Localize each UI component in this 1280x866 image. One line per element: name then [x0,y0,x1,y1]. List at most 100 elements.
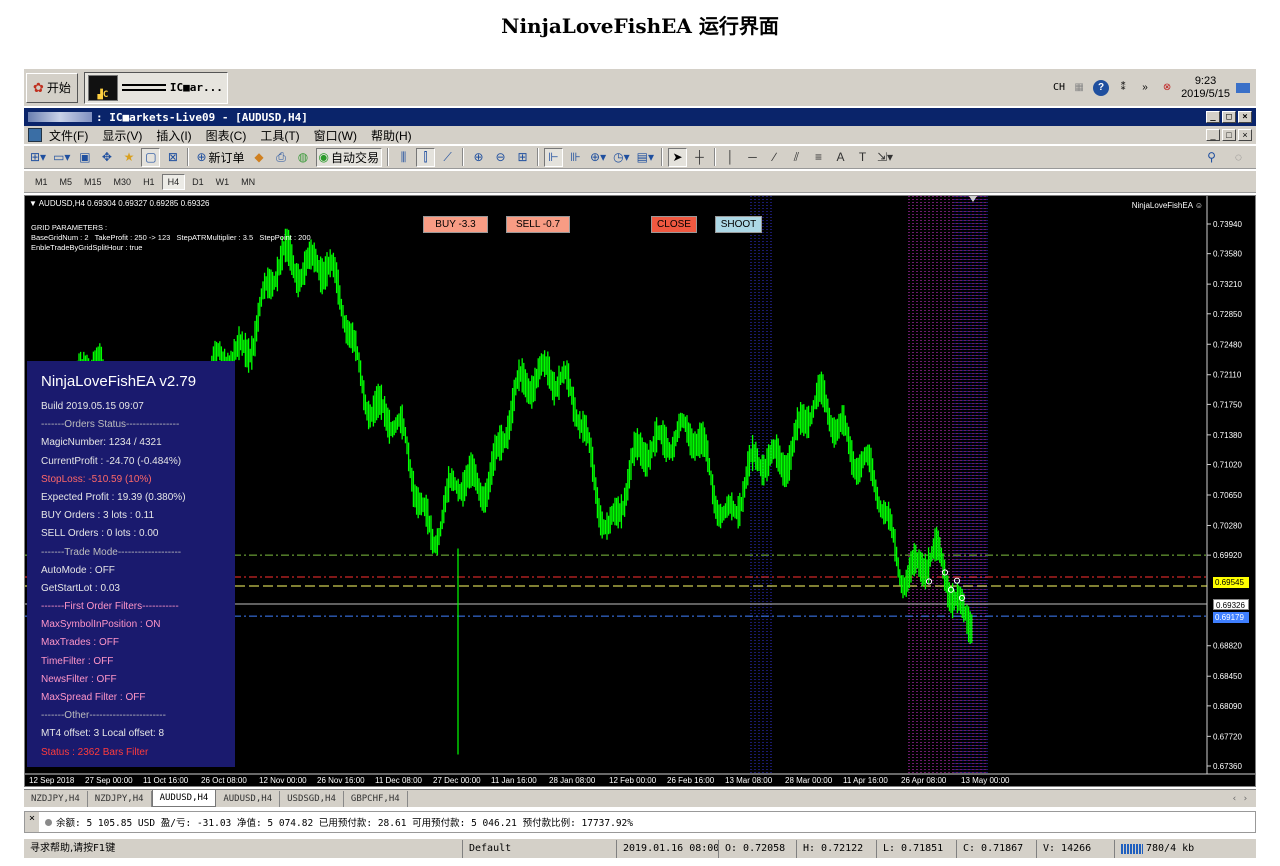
tab-chart[interactable]: GBPCHF,H4 [344,790,408,807]
menu-insert[interactable]: 插入(I) [149,127,198,144]
tray-menu-icon[interactable]: ⁑ [1115,80,1131,96]
start-button[interactable]: ✿ 开始 [26,72,78,103]
zoom-out-icon[interactable]: ⊖ [491,148,510,167]
page-title: NinjaLoveFishEA 运行界面 [501,14,779,38]
bar-chart-icon[interactable]: ⫼ [394,148,413,167]
arrows-icon[interactable]: ⇲▾ [875,148,895,167]
window-titlebar: : IC■arkets-Live09 - [AUDUSD,H4] _ □ × [24,108,1256,126]
line-chart-icon[interactable]: ⟋ [438,148,457,167]
vertical-line-icon[interactable]: │ [721,148,740,167]
window-title: : IC■arkets-Live09 - [AUDUSD,H4] [96,110,308,124]
status-traffic[interactable]: 780/4 kb [1114,839,1200,858]
profiles-icon[interactable]: ▭▾ [51,148,72,167]
crosshair-icon[interactable]: ┼ [690,148,709,167]
menu-window[interactable]: 窗口(W) [307,127,364,144]
new-chart-icon[interactable]: ⊞▾ [28,148,48,167]
restore-button[interactable]: □ [1222,111,1236,123]
trendline-icon[interactable]: ∕ [765,148,784,167]
zoom-in-icon[interactable]: ⊕ [469,148,488,167]
terminal-icon[interactable]: ▢ [141,147,161,167]
tf-m15[interactable]: M15 [79,175,107,189]
chart-restore-button[interactable]: □ [1222,129,1236,141]
print-icon[interactable]: ⎙ [272,148,291,167]
tab-scroll-arrows-icon[interactable]: ‹ › [1232,794,1248,804]
tf-w1[interactable]: W1 [211,175,235,189]
buy-button[interactable]: BUY -3.3 [423,216,488,233]
keyboard-icon[interactable]: ▦ [1071,80,1087,96]
auto-trading-button[interactable]: ◉ 自动交易 [315,147,383,167]
show-desktop-icon[interactable] [1236,82,1250,93]
metaeditor-icon[interactable]: ◆ [250,148,269,167]
fibonacci-icon[interactable]: ≡ [809,148,828,167]
close-window-button[interactable]: × [1238,111,1252,123]
menu-file[interactable]: 文件(F) [42,127,95,144]
candlestick-icon[interactable]: ⫿ [416,147,436,167]
status-help: 寻求帮助,请按F1键 [30,842,116,854]
new-order-button[interactable]: ⊕ 新订单 [194,148,246,167]
indicators-icon[interactable]: ⊕▾ [588,148,608,167]
data-window-icon[interactable]: ✥ [97,148,116,167]
navigator-icon[interactable]: ★ [119,148,138,167]
chevron-down-icon[interactable]: » [1137,80,1153,96]
auto-scroll-icon[interactable]: ⊩ [544,147,564,167]
search-icon[interactable]: ⚲ [1202,148,1221,167]
close-terminal-icon[interactable]: × [25,812,39,832]
help-icon[interactable]: ? [1093,79,1110,96]
strategy-tester-icon[interactable]: ⊠ [163,148,182,167]
tf-m1[interactable]: M1 [30,175,53,189]
chart-menu-arrow-icon[interactable]: ▼ [29,199,37,208]
cursor-icon[interactable]: ➤ [667,147,687,167]
market-icon[interactable]: ◍ [294,148,313,167]
text-label-icon[interactable]: T [853,148,872,167]
time-tick-label: 11 Dec 08:00 [375,776,423,785]
start-label: 开始 [46,81,71,95]
tab-chart[interactable]: NZDJPY,H4 [24,790,88,807]
tile-windows-icon[interactable]: ⊞ [513,148,532,167]
menu-help[interactable]: 帮助(H) [364,127,419,144]
tf-h4[interactable]: H4 [161,173,186,190]
tab-chart[interactable]: AUDUSD,H4 [216,790,281,807]
chart-window-icon[interactable] [28,128,42,142]
status-profile[interactable]: Default [462,839,616,858]
market-watch-icon[interactable]: ▣ [75,148,94,167]
account-bar: × 余额: 5 105.85 USD 盈/亏: -31.03 净值: 5 074… [24,811,1256,833]
ea-panel-line: MaxSpread Filter : OFF [41,692,146,703]
price-tick-label: 0.72110 [1213,371,1242,380]
minimize-button[interactable]: _ [1206,111,1220,123]
chart-close-button[interactable]: × [1238,129,1252,141]
tf-d1[interactable]: D1 [187,175,209,189]
taskbar-mt4-item[interactable]: ▟C IC■ar... [83,71,228,104]
language-indicator[interactable]: CH [1053,82,1065,93]
price-tick-label: 0.73940 [1213,220,1242,229]
tf-m5[interactable]: M5 [55,175,78,189]
tab-chart-active[interactable]: AUDUSD,H4 [151,790,217,807]
horizontal-line-icon[interactable]: ─ [743,148,762,167]
periods-icon[interactable]: ◷▾ [611,148,632,167]
shoot-button[interactable]: SHOOT [715,216,762,233]
chart-tabs: NZDJPY,H4 NZDJPY,H4 AUDUSD,H4 AUDUSD,H4 … [24,789,1256,807]
sell-button[interactable]: SELL -0.7 [506,216,570,233]
chart-shift-icon[interactable]: ⊪ [566,148,585,167]
text-icon[interactable]: A [831,148,850,167]
templates-icon[interactable]: ▤▾ [635,148,656,167]
menu-charts[interactable]: 图表(C) [199,127,254,144]
ea-panel-line: MaxTrades : OFF [41,637,119,649]
close-button[interactable]: CLOSE [651,216,697,233]
tab-chart[interactable]: NZDJPY,H4 [88,790,152,807]
chart-minimize-button[interactable]: _ [1206,129,1220,141]
menu-view[interactable]: 显示(V) [95,127,149,144]
equidistant-channel-icon[interactable]: ⫽ [787,148,806,167]
time-tick-label: 12 Nov 00:00 [259,776,307,785]
menu-tools[interactable]: 工具(T) [253,127,306,144]
tf-m30[interactable]: M30 [109,175,137,189]
speaker-muted-icon[interactable]: ⊗ [1159,80,1175,96]
ea-smiley-label[interactable]: NinjaLoveFishEA ☺ [1132,201,1203,210]
chart-window[interactable]: 0.73940 0.73580 0.73210 0.72850 0.72480 0.721… [24,195,1256,787]
tf-mn[interactable]: MN [236,175,260,189]
ea-panel-line: Build 2019.05.15 09:07 [41,401,144,412]
tab-chart[interactable]: USDSGD,H4 [280,790,344,807]
chat-icon[interactable]: ◌ [1229,148,1248,167]
clock[interactable]: 9:23 2019/5/15 [1181,75,1230,101]
time-tick-label: 27 Dec 00:00 [433,776,481,785]
tf-h1[interactable]: H1 [138,175,160,189]
